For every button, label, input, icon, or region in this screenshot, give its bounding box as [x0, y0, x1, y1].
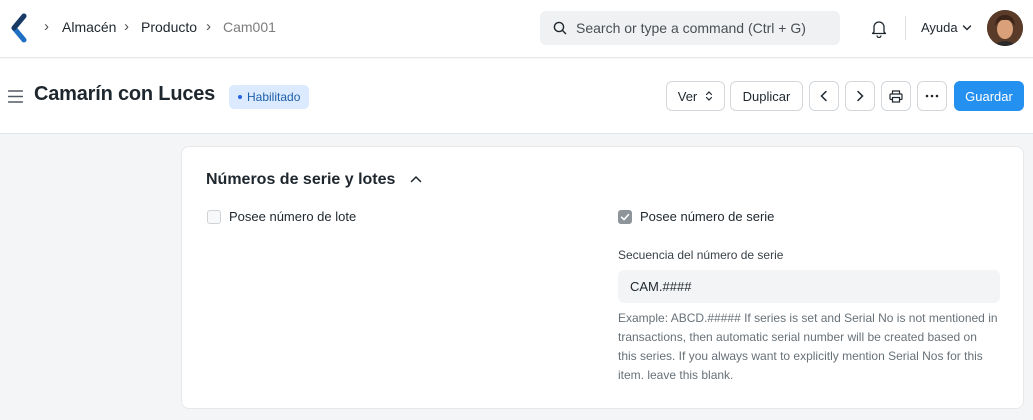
hamburger-icon[interactable] — [8, 90, 23, 103]
serial-series-input[interactable] — [618, 270, 1000, 303]
duplicate-button[interactable]: Duplicar — [730, 81, 803, 111]
print-icon — [889, 89, 903, 103]
navbar-divider — [905, 16, 906, 40]
chevron-down-icon[interactable] — [962, 24, 972, 32]
search-bar[interactable] — [540, 11, 840, 45]
chevron-up-icon[interactable] — [410, 175, 422, 183]
breadcrumb-separator-icon: › — [44, 18, 49, 35]
has-serial-no-checkbox[interactable] — [618, 210, 632, 224]
help-menu[interactable]: Ayuda — [921, 20, 958, 35]
previous-button[interactable] — [809, 81, 839, 111]
chevron-left-icon — [820, 90, 827, 102]
view-button-label: Ver — [677, 88, 698, 104]
save-button[interactable]: Guardar — [954, 81, 1024, 111]
breadcrumb-separator-icon: › — [206, 18, 211, 35]
has-batch-no-label: Posee número de lote — [229, 209, 357, 224]
section-title: Números de serie y lotes — [206, 171, 396, 188]
more-button[interactable] — [917, 81, 947, 111]
bell-icon[interactable] — [870, 18, 888, 38]
serial-series-help-text: Example: ABCD.##### If series is set and… — [618, 311, 998, 382]
search-input[interactable] — [576, 11, 831, 45]
sort-icon — [706, 91, 713, 101]
serial-batch-section: Números de serie y lotes Posee número de… — [181, 146, 1024, 409]
breadcrumb-separator-icon: › — [124, 18, 129, 35]
view-button[interactable]: Ver — [666, 81, 725, 111]
has-batch-no-checkbox[interactable] — [207, 210, 221, 224]
next-button[interactable] — [845, 81, 875, 111]
chevron-right-icon — [857, 90, 864, 102]
check-icon — [620, 213, 630, 221]
breadcrumb-producto[interactable]: Producto — [141, 19, 197, 36]
serial-series-label: Secuencia del número de serie — [618, 248, 784, 262]
has-serial-no-label: Posee número de serie — [640, 209, 775, 224]
status-badge: Habilitado — [229, 85, 310, 109]
page-header: Camarín con Luces Habilitado Ver Duplica… — [0, 59, 1033, 134]
status-label: Habilitado — [247, 90, 301, 104]
more-icon — [925, 94, 939, 98]
print-button[interactable] — [881, 81, 911, 111]
breadcrumb-current: Cam001 — [223, 19, 276, 35]
search-icon — [553, 21, 567, 35]
avatar[interactable] — [987, 10, 1023, 46]
status-dot-icon — [238, 94, 242, 99]
navbar: › Almacén › Producto › Cam001 Ayuda — [0, 0, 1033, 58]
app-logo-icon[interactable] — [10, 13, 28, 43]
page-title: Camarín con Luces — [34, 83, 216, 105]
breadcrumb-almacen[interactable]: Almacén — [62, 19, 116, 36]
